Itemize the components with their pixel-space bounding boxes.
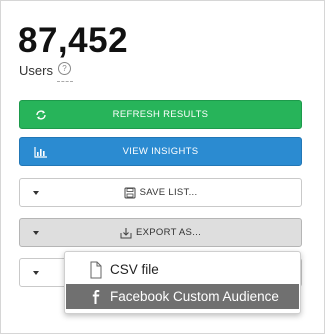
refresh-icon xyxy=(36,110,46,120)
export-menu-item-csv[interactable]: CSV file xyxy=(66,257,299,282)
save-icon xyxy=(124,187,136,198)
bar-chart-icon xyxy=(34,147,47,158)
chevron-down-icon xyxy=(33,191,39,195)
export-menu-item-facebook[interactable]: Facebook Custom Audience xyxy=(66,284,299,309)
export-as-label: EXPORT AS... xyxy=(135,227,202,238)
file-icon xyxy=(90,261,102,278)
export-as-button[interactable]: EXPORT AS... xyxy=(19,218,302,247)
help-icon[interactable]: ? xyxy=(57,62,71,75)
facebook-icon xyxy=(92,289,100,304)
save-list-label: SAVE LIST... xyxy=(139,187,198,198)
user-count: 87,452 xyxy=(18,21,129,60)
export-menu: CSV file Facebook Custom Audience xyxy=(64,251,301,314)
chevron-down-icon xyxy=(33,271,39,275)
chevron-down-icon xyxy=(33,231,39,235)
facebook-custom-audience-label: Facebook Custom Audience xyxy=(110,289,279,304)
users-underline xyxy=(57,81,73,82)
audience-panel: 87,452 Users ? REFRESH RESULTS VIEW INSI… xyxy=(0,0,325,334)
users-label-row: Users ? xyxy=(19,62,71,78)
csv-file-label: CSV file xyxy=(110,262,159,277)
save-list-button[interactable]: SAVE LIST... xyxy=(19,178,302,207)
refresh-results-label: REFRESH RESULTS xyxy=(112,109,209,120)
view-insights-label: VIEW INSIGHTS xyxy=(122,146,199,157)
users-label: Users xyxy=(19,63,53,78)
view-insights-button[interactable]: VIEW INSIGHTS xyxy=(19,137,302,166)
refresh-results-button[interactable]: REFRESH RESULTS xyxy=(19,100,302,129)
export-icon xyxy=(120,227,132,238)
